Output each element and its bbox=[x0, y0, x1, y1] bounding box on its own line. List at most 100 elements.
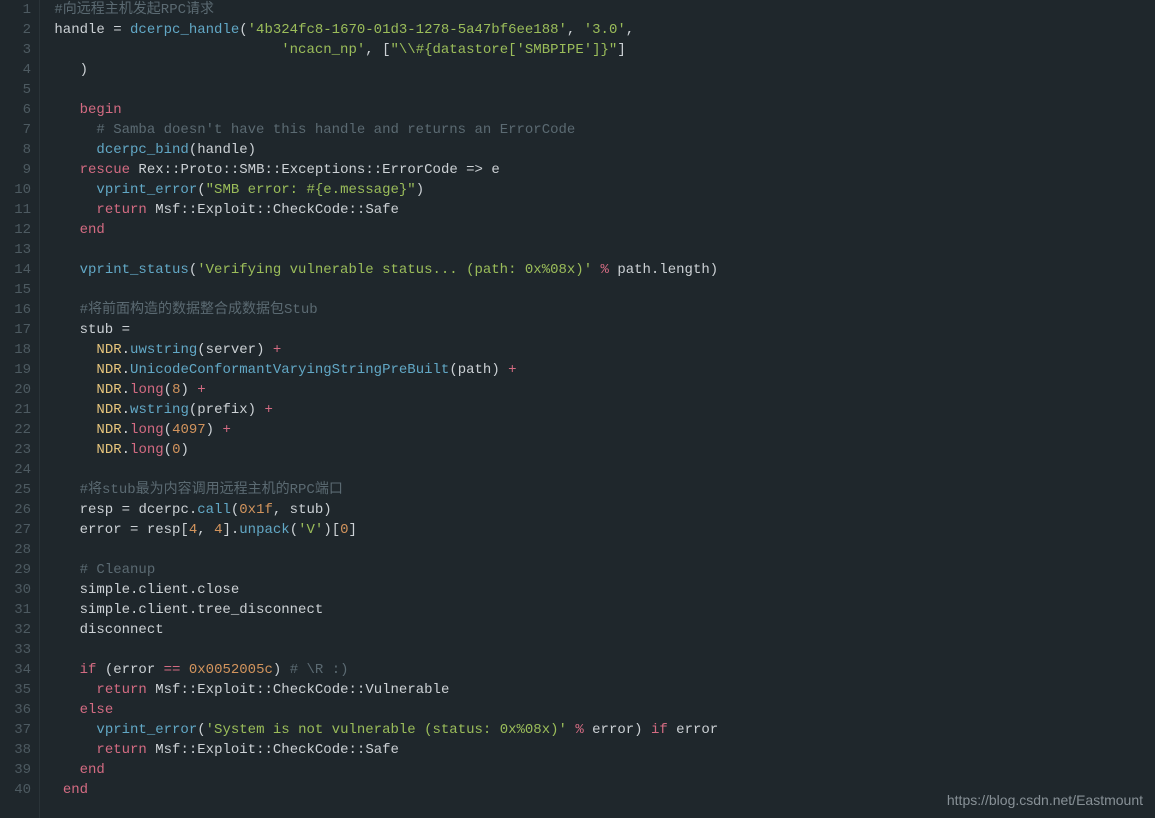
code-line[interactable]: ) bbox=[46, 60, 1155, 80]
token: 4 bbox=[189, 522, 197, 538]
code-line[interactable] bbox=[46, 540, 1155, 560]
token bbox=[46, 722, 96, 738]
code-line[interactable]: vprint_error('System is not vulnerable (… bbox=[46, 720, 1155, 740]
token: + bbox=[197, 382, 205, 398]
token bbox=[46, 42, 281, 58]
token: . bbox=[122, 382, 130, 398]
code-line[interactable]: begin bbox=[46, 100, 1155, 120]
code-line[interactable]: end bbox=[46, 760, 1155, 780]
line-number: 34 bbox=[0, 660, 31, 680]
code-line[interactable] bbox=[46, 80, 1155, 100]
line-number: 10 bbox=[0, 180, 31, 200]
token: ) bbox=[180, 382, 197, 398]
line-number: 37 bbox=[0, 720, 31, 740]
token: dcerpc_handle bbox=[130, 22, 239, 38]
line-number: 5 bbox=[0, 80, 31, 100]
token: :: bbox=[180, 682, 197, 698]
token: ( bbox=[197, 722, 205, 738]
token: (error bbox=[96, 662, 163, 678]
line-number: 38 bbox=[0, 740, 31, 760]
code-line[interactable]: end bbox=[46, 220, 1155, 240]
token: end bbox=[80, 762, 105, 778]
code-line[interactable]: vprint_status('Verifying vulnerable stat… bbox=[46, 260, 1155, 280]
token: :: bbox=[349, 682, 366, 698]
token: error) bbox=[592, 722, 651, 738]
token: + bbox=[508, 362, 516, 378]
code-line[interactable] bbox=[46, 460, 1155, 480]
code-line[interactable]: #向远程主机发起RPC请求 bbox=[46, 0, 1155, 20]
token bbox=[46, 182, 96, 198]
line-number: 24 bbox=[0, 460, 31, 480]
code-line[interactable]: handle = dcerpc_handle('4b324fc8-1670-01… bbox=[46, 20, 1155, 40]
code-line[interactable]: return Msf::Exploit::CheckCode::Vulnerab… bbox=[46, 680, 1155, 700]
token bbox=[46, 122, 96, 138]
code-line[interactable]: simple.client.tree_disconnect bbox=[46, 600, 1155, 620]
token: simple.client.close bbox=[46, 582, 239, 598]
token bbox=[46, 162, 80, 178]
code-line[interactable]: stub = bbox=[46, 320, 1155, 340]
line-number: 35 bbox=[0, 680, 31, 700]
token bbox=[46, 402, 96, 418]
code-line[interactable]: rescue Rex::Proto::SMB::Exceptions::Erro… bbox=[46, 160, 1155, 180]
code-line[interactable]: NDR.long(8) + bbox=[46, 380, 1155, 400]
line-number: 8 bbox=[0, 140, 31, 160]
code-line[interactable]: resp = dcerpc.call(0x1f, stub) bbox=[46, 500, 1155, 520]
code-line[interactable] bbox=[46, 640, 1155, 660]
token: NDR bbox=[96, 422, 121, 438]
code-line[interactable]: else bbox=[46, 700, 1155, 720]
token: Exploit bbox=[197, 742, 256, 758]
token: 'System is not vulnerable (status: 0x%08… bbox=[206, 722, 567, 738]
code-line[interactable]: NDR.long(0) bbox=[46, 440, 1155, 460]
code-area[interactable]: #向远程主机发起RPC请求 handle = dcerpc_handle('4b… bbox=[40, 0, 1155, 818]
token bbox=[46, 342, 96, 358]
token: Proto bbox=[180, 162, 222, 178]
line-number: 32 bbox=[0, 620, 31, 640]
token: long bbox=[130, 442, 164, 458]
token: ( bbox=[197, 182, 205, 198]
line-number: 39 bbox=[0, 760, 31, 780]
token: uwstring bbox=[130, 342, 197, 358]
code-line[interactable]: NDR.uwstring(server) + bbox=[46, 340, 1155, 360]
line-number: 12 bbox=[0, 220, 31, 240]
code-line[interactable]: error = resp[4, 4].unpack('V')[0] bbox=[46, 520, 1155, 540]
line-number: 22 bbox=[0, 420, 31, 440]
token: CheckCode bbox=[273, 742, 349, 758]
line-number: 26 bbox=[0, 500, 31, 520]
token: :: bbox=[349, 202, 366, 218]
code-line[interactable] bbox=[46, 280, 1155, 300]
code-editor[interactable]: 1234567891011121314151617181920212223242… bbox=[0, 0, 1155, 818]
code-line[interactable]: NDR.long(4097) + bbox=[46, 420, 1155, 440]
code-line[interactable]: NDR.UnicodeConformantVaryingStringPreBui… bbox=[46, 360, 1155, 380]
token: # Cleanup bbox=[80, 562, 156, 578]
token: Exceptions bbox=[281, 162, 365, 178]
code-line[interactable]: return Msf::Exploit::CheckCode::Safe bbox=[46, 740, 1155, 760]
token bbox=[180, 662, 188, 678]
line-number: 27 bbox=[0, 520, 31, 540]
code-line[interactable]: NDR.wstring(prefix) + bbox=[46, 400, 1155, 420]
token: path.length) bbox=[617, 262, 718, 278]
token: ) bbox=[206, 422, 223, 438]
code-line[interactable]: vprint_error("SMB error: #{e.message}") bbox=[46, 180, 1155, 200]
token: ( bbox=[239, 22, 247, 38]
token: #将stub最为内容调用远程主机的RPC端口 bbox=[80, 482, 343, 498]
line-number: 9 bbox=[0, 160, 31, 180]
code-line[interactable]: # Cleanup bbox=[46, 560, 1155, 580]
code-line[interactable]: if (error == 0x0052005c) # \R :) bbox=[46, 660, 1155, 680]
code-line[interactable]: dcerpc_bind(handle) bbox=[46, 140, 1155, 160]
code-line[interactable]: disconnect bbox=[46, 620, 1155, 640]
code-line[interactable]: return Msf::Exploit::CheckCode::Safe bbox=[46, 200, 1155, 220]
code-line[interactable]: simple.client.close bbox=[46, 580, 1155, 600]
code-line[interactable]: 'ncacn_np', ["\\#{datastore['SMBPIPE']}"… bbox=[46, 40, 1155, 60]
token: => bbox=[466, 162, 491, 178]
code-line[interactable] bbox=[46, 240, 1155, 260]
code-line[interactable]: #将stub最为内容调用远程主机的RPC端口 bbox=[46, 480, 1155, 500]
token: . bbox=[122, 342, 130, 358]
token: = bbox=[122, 502, 139, 518]
token: "SMB error: #{e.message}" bbox=[206, 182, 416, 198]
token: "\\#{datastore['SMBPIPE']}" bbox=[390, 42, 617, 58]
token: :: bbox=[265, 162, 282, 178]
token bbox=[46, 362, 96, 378]
code-line[interactable]: #将前面构造的数据整合成数据包Stub bbox=[46, 300, 1155, 320]
code-line[interactable]: # Samba doesn't have this handle and ret… bbox=[46, 120, 1155, 140]
token: Msf bbox=[147, 682, 181, 698]
